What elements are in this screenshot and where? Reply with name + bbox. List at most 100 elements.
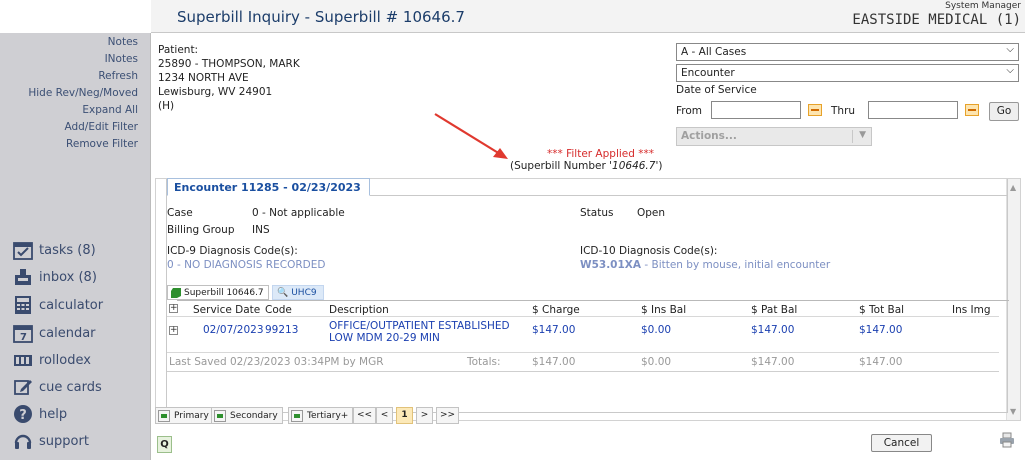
row-charge[interactable]: $147.00 xyxy=(532,324,575,336)
header-description: Description xyxy=(329,304,389,316)
secondary-button[interactable]: Secondary xyxy=(211,407,283,424)
nav-calculator[interactable]: calculator xyxy=(12,295,103,315)
secondary-button-label: Secondary xyxy=(230,410,278,421)
top-left-block xyxy=(0,0,151,33)
tertiary-button-label: Tertiary+ xyxy=(307,410,349,421)
billing-group-value: INS xyxy=(252,224,270,236)
payer-tab[interactable]: 🔍 UHC9 xyxy=(272,285,324,300)
calendar-icon: 7 xyxy=(12,323,34,343)
header-charge: $ Charge xyxy=(532,304,580,316)
encounter-tab[interactable]: Encounter 11285 - 02/23/2023 xyxy=(167,178,370,196)
icd10-description: - Bitten by mouse, initial encounter xyxy=(641,259,831,271)
row-code[interactable]: 99213 xyxy=(265,324,298,336)
row-description[interactable]: OFFICE/OUTPATIENT ESTABLISHED LOW MDM 20… xyxy=(329,320,510,344)
pager-current-page[interactable]: 1 xyxy=(396,407,413,424)
icd10-value[interactable]: W53.01XA - Bitten by mouse, initial enco… xyxy=(580,259,830,271)
nav-support[interactable]: support xyxy=(12,431,89,451)
sidebar-link-notes[interactable]: Notes xyxy=(108,36,138,48)
chevron-down-icon: ▼ xyxy=(859,130,866,140)
pager-first-button[interactable]: << xyxy=(353,407,377,424)
icd10-label: ICD-10 Diagnosis Code(s): xyxy=(580,245,718,257)
tertiary-button[interactable]: Tertiary+ xyxy=(288,407,354,424)
insurance-icon xyxy=(214,409,226,422)
nav-inbox[interactable]: inbox (8) xyxy=(12,267,97,287)
pager-next-button[interactable]: > xyxy=(416,407,433,424)
thru-label: Thru xyxy=(831,105,856,117)
calendar-picker-icon[interactable] xyxy=(808,104,822,116)
encounter-box: Encounter 11285 - 02/23/2023 Case 0 - No… xyxy=(166,178,1009,413)
svg-text:7: 7 xyxy=(20,332,27,343)
cancel-button[interactable]: Cancel xyxy=(871,434,932,452)
row-ins-bal[interactable]: $0.00 xyxy=(641,324,671,336)
printer-icon[interactable] xyxy=(999,432,1015,448)
sidebar-link-hide-rev[interactable]: Hide Rev/Neg/Moved xyxy=(28,87,138,99)
view-select[interactable]: Encounter ⌵ xyxy=(676,64,1019,82)
icd9-value[interactable]: 0 - NO DIAGNOSIS RECORDED xyxy=(167,259,325,271)
nav-calendar[interactable]: 7 calendar xyxy=(12,323,96,343)
expand-all-icon[interactable]: + xyxy=(169,304,178,313)
go-button[interactable]: Go xyxy=(989,102,1019,121)
superbill-icon xyxy=(171,288,181,298)
sidebar-link-add-edit-filter[interactable]: Add/Edit Filter xyxy=(64,121,138,133)
sidebar-link-refresh[interactable]: Refresh xyxy=(98,70,138,82)
help-icon: ? xyxy=(12,404,34,424)
expand-row-icon[interactable]: + xyxy=(169,326,178,335)
insurance-icon xyxy=(158,409,170,422)
primary-button[interactable]: Primary xyxy=(155,407,214,424)
nav-cue-cards[interactable]: cue cards xyxy=(12,377,102,397)
status-label: Status xyxy=(580,207,614,219)
scroll-up-icon[interactable]: ▲ xyxy=(1010,183,1016,192)
sidebar: Notes INotes Refresh Hide Rev/Neg/Moved … xyxy=(0,33,151,460)
header-tot-bal: $ Tot Bal xyxy=(859,304,905,316)
view-select-value: Encounter xyxy=(681,67,735,79)
case-select[interactable]: A - All Cases ⌵ xyxy=(676,43,1019,61)
totals-charge: $147.00 xyxy=(532,356,576,368)
nav-inbox-label: inbox (8) xyxy=(39,269,97,285)
patient-city-state: Lewisburg, WV 24901 xyxy=(158,86,273,98)
nav-tasks-label: tasks (8) xyxy=(39,242,96,258)
header-code: Code xyxy=(265,304,292,316)
totals-row: Last Saved 02/23/2023 03:34PM by MGR Tot… xyxy=(167,354,999,370)
thru-date-input[interactable] xyxy=(868,101,958,119)
q-button[interactable]: Q xyxy=(157,436,172,453)
actions-select-value: Actions... xyxy=(681,130,737,142)
nav-rollodex[interactable]: rollodex xyxy=(12,350,91,370)
actions-select[interactable]: Actions... ▼ xyxy=(676,127,872,146)
row-pat-bal[interactable]: $147.00 xyxy=(751,324,794,336)
rolodex-icon xyxy=(12,350,34,370)
superbill-tab[interactable]: Superbill 10646.7 xyxy=(167,285,269,300)
row-service-date[interactable]: 02/07/2023 xyxy=(203,324,264,336)
case-select-value: A - All Cases xyxy=(681,46,747,58)
nav-support-label: support xyxy=(39,433,89,449)
main-content: Patient: 25890 - THOMPSON, MARK 1234 NOR… xyxy=(152,33,1025,460)
nav-tasks[interactable]: tasks (8) xyxy=(12,240,96,260)
status-value: Open xyxy=(637,207,666,219)
nav-rollodex-label: rollodex xyxy=(39,352,91,368)
totals-tot-bal: $147.00 xyxy=(859,356,903,368)
encounter-panel: ▲ ▼ Encounter 11285 - 02/23/2023 Case 0 … xyxy=(155,178,1021,421)
table-header-row: + Service Date Code Description $ Charge… xyxy=(167,301,999,317)
filter-description-suffix: ') xyxy=(655,160,663,172)
page-title: Superbill Inquiry - Superbill # 10646.7 xyxy=(177,8,465,26)
calendar-picker-icon[interactable] xyxy=(965,104,979,116)
sidebar-link-expand-all[interactable]: Expand All xyxy=(82,104,138,116)
totals-pat-bal: $147.00 xyxy=(751,356,795,368)
nav-calculator-label: calculator xyxy=(39,297,104,313)
pager-last-button[interactable]: >> xyxy=(436,407,460,424)
search-icon: 🔍 xyxy=(277,288,289,298)
case-label: Case xyxy=(167,207,193,219)
patient-address: 1234 NORTH AVE xyxy=(158,72,249,84)
pager-prev-button[interactable]: < xyxy=(376,407,393,424)
nav-cue-cards-label: cue cards xyxy=(39,379,102,395)
scroll-down-icon[interactable]: ▼ xyxy=(1010,407,1016,416)
table-row[interactable]: + 02/07/2023 99213 OFFICE/OUTPATIENT EST… xyxy=(167,319,999,353)
row-tot-bal[interactable]: $147.00 xyxy=(859,324,902,336)
edit-icon xyxy=(12,377,34,397)
filter-applied-notice: *** Filter Applied *** xyxy=(547,148,654,160)
last-saved-text: Last Saved 02/23/2023 03:34PM by MGR xyxy=(169,356,384,368)
from-label: From xyxy=(676,105,703,117)
from-date-input[interactable] xyxy=(711,101,801,119)
sidebar-link-inotes[interactable]: INotes xyxy=(105,53,138,65)
nav-help[interactable]: ? help xyxy=(12,404,67,424)
sidebar-link-remove-filter[interactable]: Remove Filter xyxy=(66,138,138,150)
